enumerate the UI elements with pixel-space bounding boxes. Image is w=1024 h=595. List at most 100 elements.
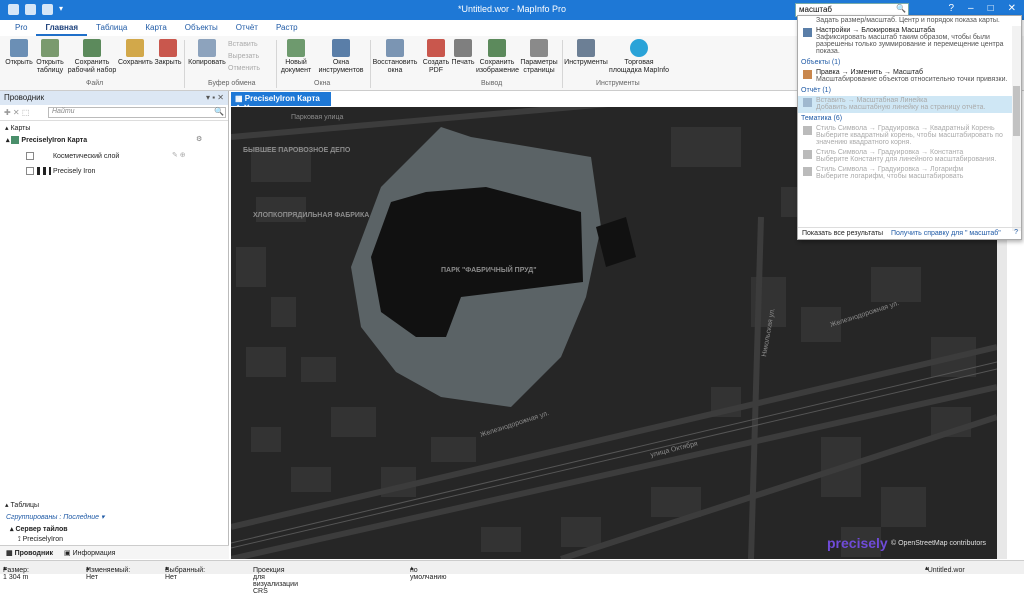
save-button[interactable]: Сохранить — [118, 39, 153, 67]
status-scale[interactable]: Размер: 1 304 m ▴ — [3, 564, 29, 581]
tab-raster[interactable]: Растр — [267, 20, 307, 36]
panel-tabs: ▦ Проводник ▣ Информация — [0, 545, 229, 559]
tools-button[interactable]: Инструменты — [564, 39, 608, 67]
restore-windows-button[interactable]: Восстановить окна — [372, 39, 418, 75]
help-link[interactable]: Получить справку для " масштаб" — [891, 230, 1001, 237]
tab-objects[interactable]: Объекты — [176, 20, 227, 36]
status-selected[interactable]: Выбранный: Нет ▴ — [165, 564, 205, 581]
status-changed[interactable]: Изменяемый: Нет ▴ — [86, 564, 130, 581]
explorer-toolbar: ✚ ✕ ⬚ Найти 🔍 — [0, 105, 228, 121]
open-table-button[interactable]: Открыть таблицу — [34, 39, 66, 75]
copy-button[interactable]: Копировать — [187, 39, 227, 67]
tab-info[interactable]: ▣ Информация — [64, 549, 115, 557]
tile-server-node[interactable]: ▴ Сервер тайлов — [10, 525, 68, 533]
tab-home[interactable]: Главная — [36, 20, 87, 36]
edit-scale-icon — [803, 70, 812, 79]
search-icon[interactable]: 🔍 — [214, 107, 224, 116]
status-workspace[interactable]: *Untitled.wor ▴ — [925, 564, 965, 574]
category-objects: Объекты (1) — [801, 59, 841, 66]
marketplace-button[interactable]: Торговая площадка MapInfo — [608, 39, 670, 75]
result-edit-scale[interactable]: Правка → Изменить → Масштаб Масштабирован… — [798, 68, 1021, 85]
explorer-panel: Проводник ▾ ▪ ✕ ✚ ✕ ⬚ Найти 🔍 ▴ Карты ▴ … — [0, 91, 229, 559]
small-pond — [596, 217, 636, 267]
print-icon — [454, 39, 472, 57]
result-sqrt-desc: Выберите квадратный корень, чтобы масшта… — [816, 132, 1003, 146]
find-placeholder: Найти — [52, 108, 75, 115]
precisely-layer-checkbox[interactable] — [26, 167, 34, 175]
info-icon — [332, 39, 350, 57]
paste-button[interactable]: Вставить — [228, 39, 260, 51]
result-top-partial[interactable]: Задать размер/масштаб. Центр и порядок п… — [798, 16, 1021, 26]
tool-windows-button[interactable]: Окна инструментов — [318, 39, 364, 75]
minimize-button[interactable]: – — [968, 3, 974, 14]
edit-icon[interactable]: ✎ ⊕ — [172, 151, 186, 159]
add-icon[interactable]: ✚ ✕ ⬚ — [4, 108, 29, 117]
cosmetic-layer-row[interactable]: Косметический слой — [26, 152, 119, 160]
cut-button[interactable]: Вырезать — [228, 51, 260, 63]
maximize-button[interactable]: □ — [988, 3, 994, 14]
help-icon[interactable]: ? — [1014, 229, 1018, 236]
tables-node[interactable]: ▴ Таблицы — [5, 501, 39, 509]
tab-table[interactable]: Таблица — [87, 20, 136, 36]
status-default[interactable]: по умолчанию ▴ — [410, 564, 446, 581]
result-constant[interactable]: Стиль Символа → Градуировка → Константа В… — [798, 148, 1021, 165]
status-default-text: по умолчанию — [410, 567, 447, 581]
dropdown-scroll-thumb[interactable] — [1013, 86, 1020, 136]
ribbon-separator — [184, 40, 185, 88]
map-name: PreciselyIron Карта — [21, 137, 88, 144]
panel-controls[interactable]: ▾ ▪ ✕ — [206, 93, 224, 102]
result-scale-bar-desc: Добавить масштабную линейку на страницу … — [816, 104, 986, 111]
create-pdf-button[interactable]: Создать PDF — [422, 39, 450, 75]
lock-scale-icon — [803, 28, 812, 37]
clipboard-small-actions: Вставить Вырезать Отменить — [228, 39, 260, 75]
save-workspace-button[interactable]: Сохранить рабочий набор — [66, 39, 118, 75]
result-sqrt[interactable]: Стиль Символа → Градуировка → Квадратный… — [798, 124, 1021, 148]
result-lock-scale[interactable]: Настройки → Блокировка Масштаба Зафиксиро… — [798, 26, 1021, 57]
new-document-button[interactable]: Новый документ — [278, 39, 314, 75]
result-edit-scale-desc: Масштабирование объектов относительно то… — [816, 76, 1008, 83]
open-button[interactable]: Открыть — [5, 39, 33, 67]
grouping-selector[interactable]: Сгруппированы : Последние ▾ — [6, 513, 105, 521]
tool-windows-label: Окна инструментов — [318, 59, 364, 74]
close-table-icon — [159, 39, 177, 57]
save-image-button[interactable]: Сохранить изображение — [476, 39, 519, 75]
precisely-layer-row[interactable]: Precisely Iron — [26, 167, 95, 175]
map-document-tab[interactable]: ▦ PreciselyIron Карта ◆ ✕ — [231, 92, 331, 112]
maps-node[interactable]: ▴ Карты — [5, 124, 30, 132]
search-icon[interactable]: 🔍 — [896, 4, 906, 13]
tile-layer-icon — [37, 167, 51, 175]
map-node[interactable]: ▴ PreciselyIron Карта — [6, 136, 88, 145]
category-thematic: Тематика (6) — [801, 115, 843, 122]
cosmetic-layer-checkbox[interactable] — [26, 152, 34, 160]
tab-pro[interactable]: Pro — [6, 20, 36, 36]
layer-control-icon[interactable]: ⚙ — [196, 135, 202, 143]
result-edit-scale-title: Правка → Изменить → Масштаб — [816, 69, 923, 76]
close-table-button[interactable]: Закрыть — [153, 39, 183, 67]
copyright-text: © OpenStreetMap contributors — [891, 539, 987, 547]
help-icon[interactable]: ? — [948, 3, 954, 14]
result-log[interactable]: Стиль Символа → Градуировка → Логарифм Вы… — [798, 165, 1021, 182]
print-button[interactable]: Печать — [450, 39, 476, 67]
pdf-icon — [427, 39, 445, 57]
image-icon — [488, 39, 506, 57]
ribbon-separator — [276, 40, 277, 88]
grouping-label: Сгруппированы : Последние — [6, 514, 100, 521]
map-tab-title: PreciselyIron Карта — [244, 94, 320, 103]
status-bar: Размер: 1 304 m ▴ Изменяемый: Нет ▴ Выбр… — [0, 560, 1024, 595]
dropdown-scrollbar[interactable] — [1012, 26, 1021, 231]
result-scale-bar[interactable]: Вставить → Масштабная Линейка Добавить ма… — [798, 96, 1021, 113]
find-input[interactable]: Найти — [48, 107, 226, 118]
result-sqrt-title: Стиль Символа → Градуировка → Квадратный… — [816, 125, 995, 132]
close-button[interactable]: ✕ — [1008, 3, 1016, 14]
tab-explorer[interactable]: ▦ Проводник — [6, 549, 53, 557]
category-report: Отчёт (1) — [801, 87, 831, 94]
tab-map[interactable]: Карта — [136, 20, 175, 36]
undo-button[interactable]: Отменить — [228, 63, 260, 75]
tile-table-item[interactable]: ⟟ PreciselyIron — [18, 536, 63, 544]
show-all-results-link[interactable]: Показать все результаты — [802, 230, 883, 237]
page-icon — [530, 39, 548, 57]
tab-report[interactable]: Отчёт — [227, 20, 267, 36]
page-params-button[interactable]: Параметры страницы — [519, 39, 559, 75]
restore-windows-label: Восстановить окна — [372, 59, 418, 74]
tab-info-label: Информация — [72, 550, 116, 557]
